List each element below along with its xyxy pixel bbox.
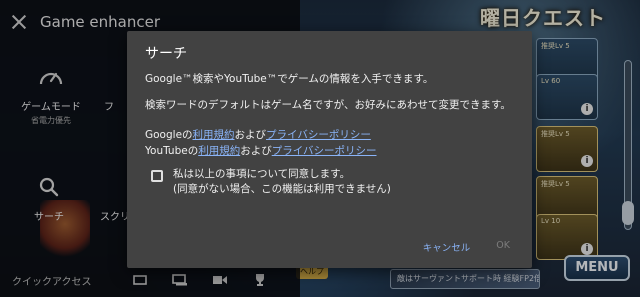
consent-line-1: 私は以上の事項について同意します。 bbox=[173, 168, 351, 180]
google-terms-link[interactable]: 利用規約 bbox=[193, 129, 235, 141]
google-and: および bbox=[234, 129, 267, 141]
google-prefix: Googleの bbox=[145, 129, 193, 141]
google-privacy-link[interactable]: プライバシーポリシー bbox=[266, 129, 371, 141]
youtube-and: および bbox=[240, 145, 272, 157]
dialog-actions: キャンセル OK bbox=[423, 240, 510, 254]
cancel-button[interactable]: キャンセル bbox=[423, 240, 471, 254]
ok-button[interactable]: OK bbox=[496, 240, 510, 254]
google-terms-line: Googleの利用規約およびプライバシーポリシー bbox=[145, 127, 514, 143]
youtube-terms-link[interactable]: 利用規約 bbox=[198, 145, 240, 157]
consent-checkbox[interactable] bbox=[151, 170, 163, 182]
dialog-title: サーチ bbox=[145, 46, 187, 62]
youtube-terms-line: YouTubeの利用規約およびプライバシーポリシー bbox=[145, 143, 514, 159]
dialog-paragraph-1: Google™検索やYouTube™でゲームの情報を入手できます。 bbox=[145, 73, 434, 85]
search-consent-dialog: サーチ Google™検索やYouTube™でゲームの情報を入手できます。 検索… bbox=[127, 31, 532, 268]
consent-row[interactable]: 私は以上の事項について同意します。 (同意がない場合、この機能は利用できません) bbox=[145, 167, 514, 197]
dialog-paragraph-2: 検索ワードのデフォルトはゲーム名ですが、お好みにあわせて変更できます。 bbox=[145, 99, 511, 111]
consent-line-2: (同意がない場合、この機能は利用できません) bbox=[173, 183, 391, 195]
youtube-prefix: YouTubeの bbox=[145, 145, 199, 157]
youtube-privacy-link[interactable]: プライバシーポリシー bbox=[272, 145, 377, 157]
